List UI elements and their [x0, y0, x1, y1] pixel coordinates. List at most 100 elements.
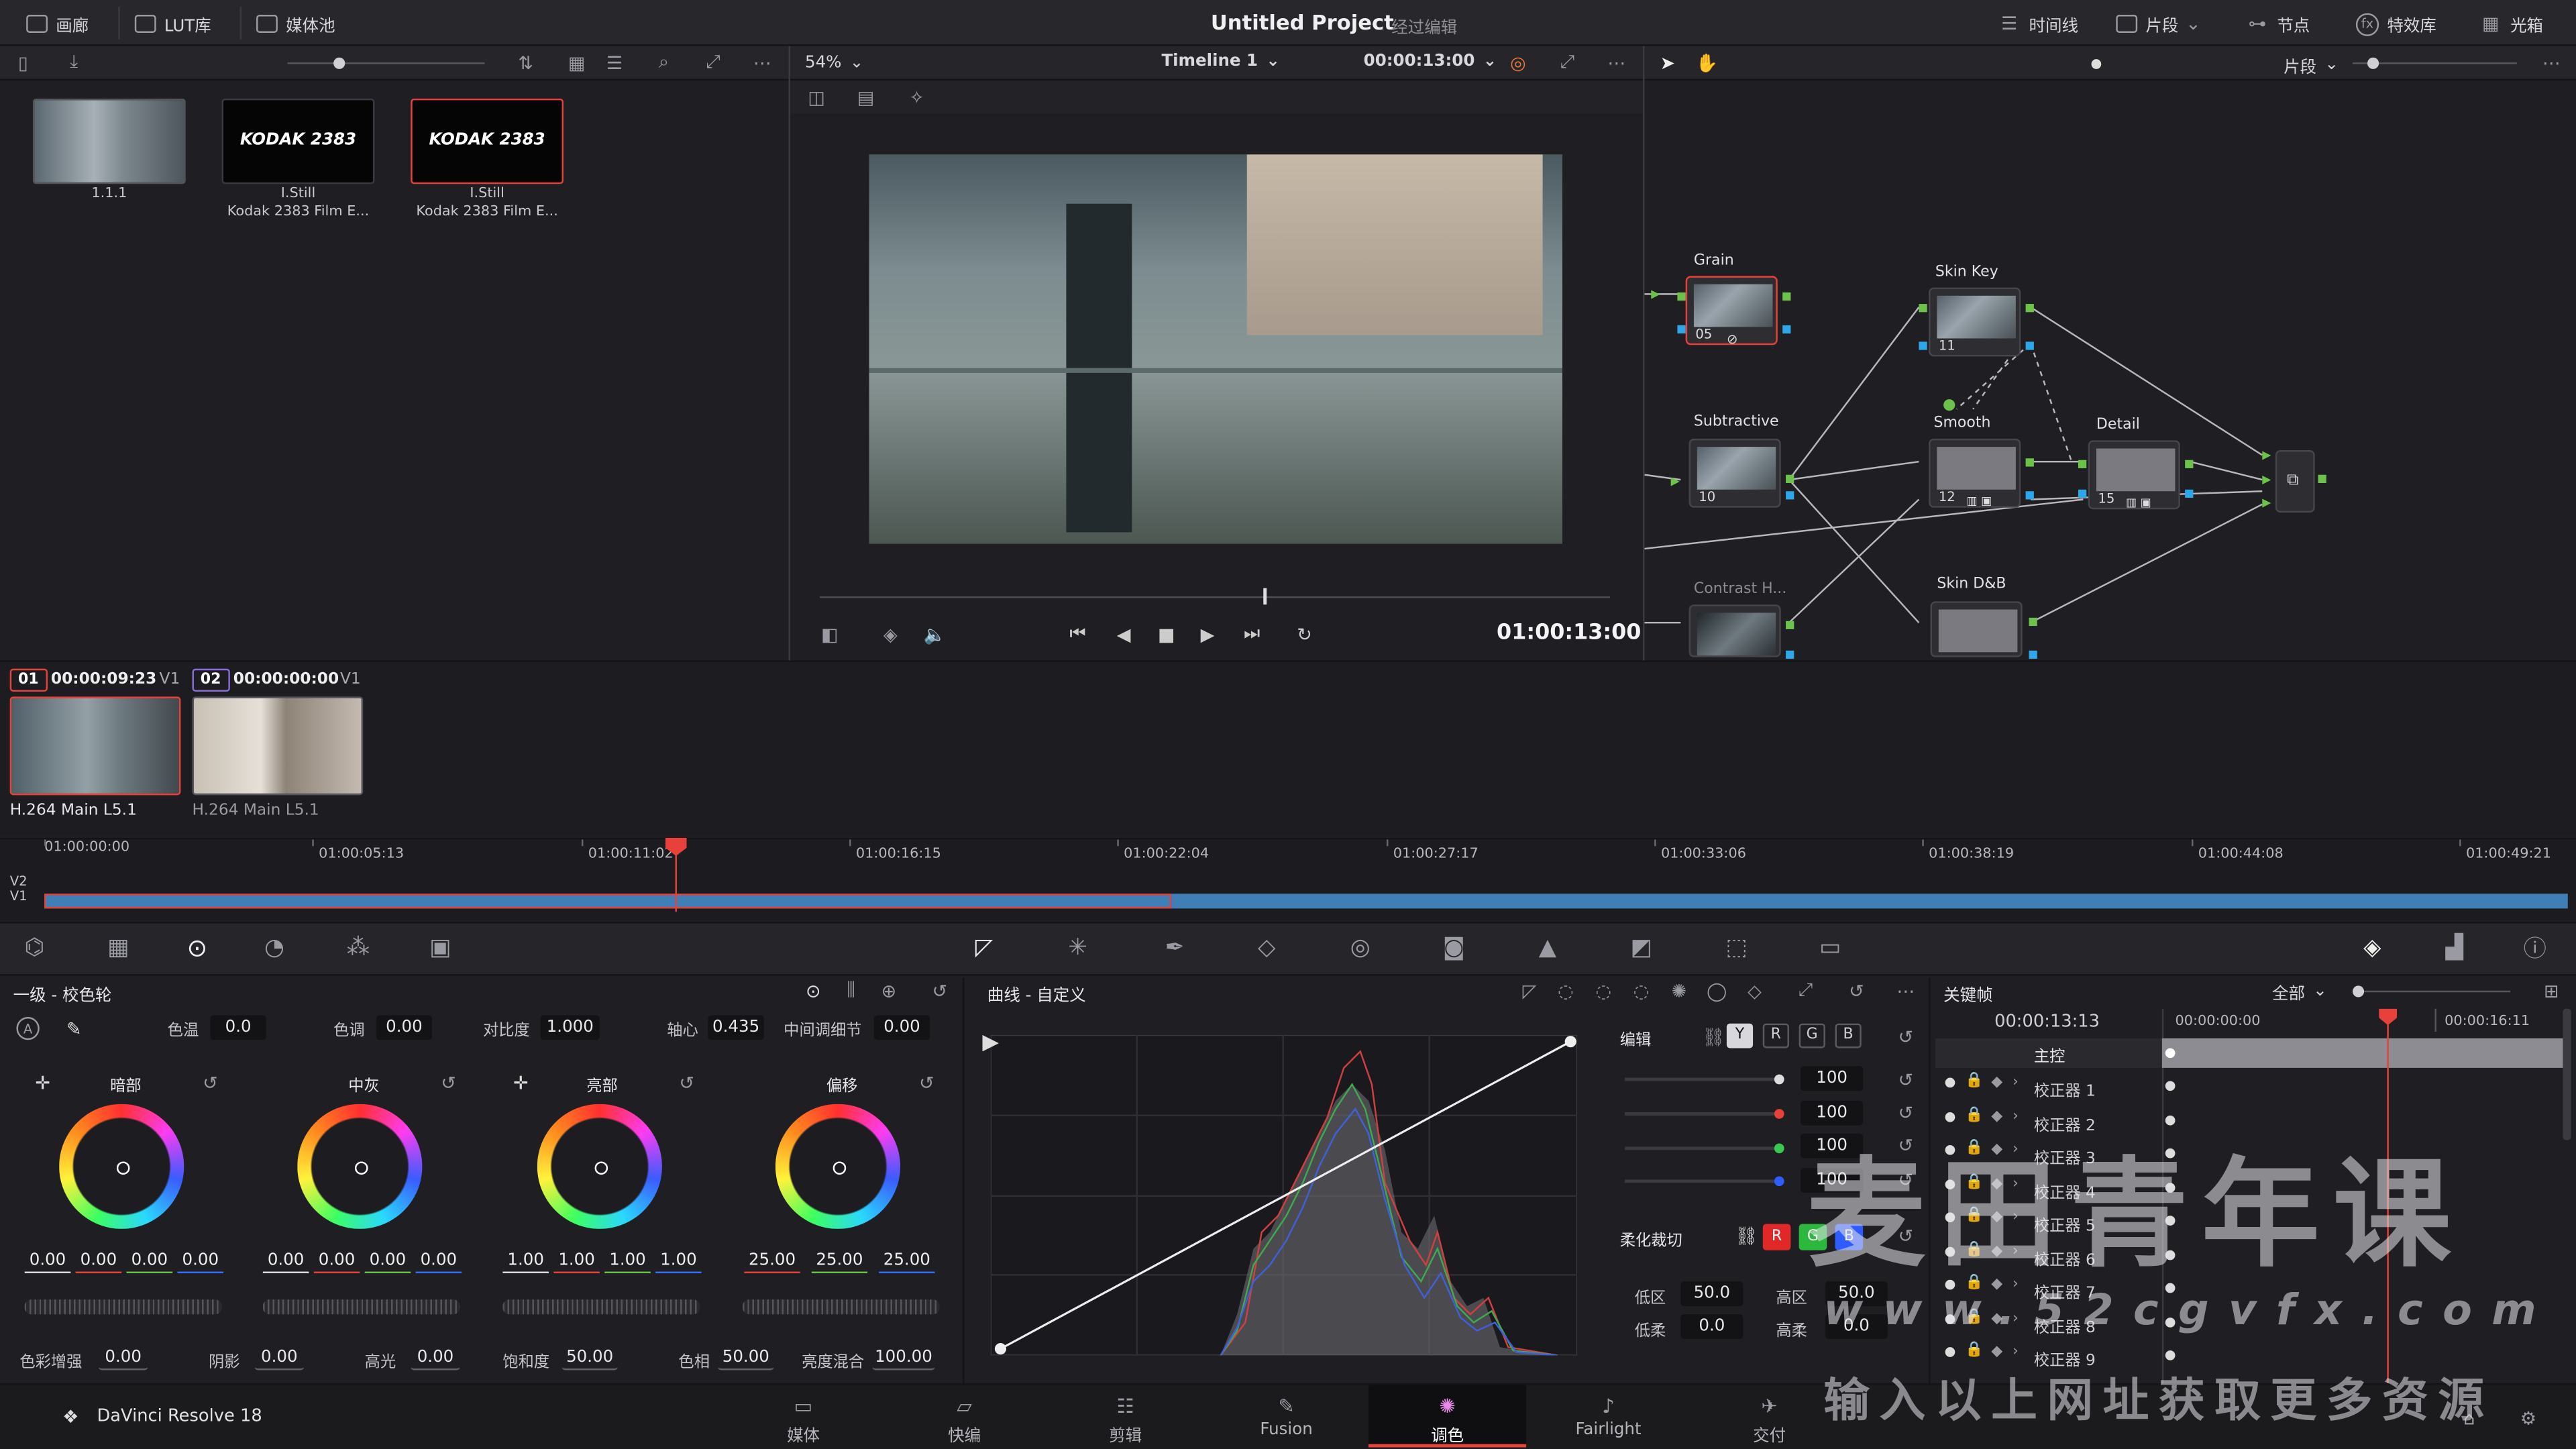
hand-tool-icon[interactable]: ✋ [1695, 51, 1719, 74]
low-field[interactable]: 50.0 [1680, 1281, 1743, 1306]
node-output-pin[interactable] [1786, 650, 1794, 659]
split-view-icon[interactable]: ◫ [805, 85, 828, 108]
slider-handle[interactable] [1774, 1176, 1784, 1187]
magic-wand-icon[interactable]: ✧ [905, 85, 928, 108]
slider-handle[interactable] [1774, 1143, 1784, 1154]
lum-mix-field[interactable]: 100.00 [872, 1346, 935, 1371]
sidebar-toggle-icon[interactable]: ▯ [11, 51, 34, 74]
wheel-value-g[interactable]: 1.00 [604, 1250, 651, 1273]
keyframe-dot[interactable] [2165, 1350, 2176, 1360]
more-options-icon[interactable]: ⋯ [2540, 51, 2563, 74]
slider-handle[interactable] [1774, 1074, 1784, 1085]
wheel-value-b[interactable]: 0.00 [177, 1250, 224, 1273]
blur-icon[interactable]: ▲ [1536, 934, 1559, 961]
sizing-icon[interactable]: ⬚ [1725, 934, 1748, 961]
node-output-pin[interactable] [1786, 621, 1794, 629]
node-output-pin[interactable] [2025, 458, 2034, 467]
layers-icon[interactable]: ◈ [879, 623, 902, 645]
sat-vs-lum-icon[interactable]: ◇ [1743, 979, 1766, 1002]
source-timecode[interactable]: 00:00:13:00 ⌄ [1364, 52, 1497, 70]
intensity-slider-b[interactable] [1625, 1179, 1781, 1183]
tint-field[interactable]: 0.00 [376, 1015, 433, 1040]
node-contrast[interactable] [1688, 604, 1781, 657]
node-input-pin[interactable] [1677, 292, 1686, 301]
wheel-value-g[interactable]: 0.00 [126, 1250, 173, 1273]
node-skin-db[interactable] [1930, 601, 2023, 657]
reset-icon[interactable]: ↺ [915, 1071, 938, 1094]
fullscreen-icon[interactable]: ⤢ [1556, 51, 1578, 74]
picker-icon[interactable]: ✛ [32, 1071, 54, 1094]
wheel-value-r[interactable]: 0.00 [75, 1250, 122, 1273]
reset-icon[interactable]: ↺ [676, 1071, 698, 1094]
reset-icon[interactable]: ↺ [199, 1071, 221, 1094]
play-reverse-icon[interactable]: ◀ [1112, 623, 1135, 645]
gamma-master-wheel[interactable] [262, 1299, 460, 1315]
wheel-value-y[interactable]: 0.00 [262, 1250, 309, 1273]
playhead-marker-icon[interactable] [2379, 1008, 2398, 1026]
gain-master-wheel[interactable] [502, 1299, 700, 1315]
low-soft-field[interactable]: 0.0 [1680, 1314, 1743, 1339]
wheel-value-y[interactable]: 0.00 [24, 1250, 71, 1273]
page-tab[interactable]: ☷ 剪辑 [1046, 1385, 1204, 1448]
curves-icon[interactable]: ◸ [973, 934, 996, 961]
intensity-y[interactable]: 100 [1801, 1066, 1864, 1091]
node-subtractive[interactable]: 10 [1688, 438, 1781, 508]
reset-icon[interactable]: ↺ [1894, 1025, 1917, 1048]
timeline-selector[interactable]: Timeline 1 ⌄ [1161, 52, 1279, 70]
intensity-slider-y[interactable] [1625, 1077, 1781, 1081]
node-input-pin[interactable] [1677, 325, 1686, 334]
tab-effects[interactable]: fx 特效库 [2355, 11, 2436, 36]
wipe-icon[interactable]: ▤ [854, 85, 877, 108]
timeline-clip[interactable] [1171, 894, 2568, 909]
node-output-pin[interactable] [2185, 489, 2194, 498]
keyframe-row-master[interactable]: 主控 [1935, 1038, 2563, 1068]
intensity-slider-r[interactable] [1625, 1112, 1781, 1116]
picker-icon[interactable]: ✛ [509, 1071, 532, 1094]
gamma-wheel[interactable] [297, 1104, 423, 1229]
lum-vs-sat-icon[interactable]: ✺ [1668, 979, 1690, 1002]
channel-b-button[interactable]: B [1835, 1023, 1862, 1049]
highlights-field[interactable]: 0.00 [411, 1346, 460, 1371]
gallery-still[interactable]: KODAK 2383 [221, 98, 375, 184]
hue-vs-hue-icon[interactable]: ◌ [1554, 979, 1577, 1002]
gallery-still-selected[interactable]: KODAK 2383 [411, 98, 564, 184]
timeline-playhead[interactable] [675, 854, 677, 912]
magic-mask-icon[interactable]: ◙ [1442, 934, 1465, 961]
viewer-zoom[interactable]: 54% ⌄ [805, 54, 863, 72]
node-output-pin[interactable] [2185, 460, 2194, 468]
pointer-tool-icon[interactable]: ➤ [1656, 51, 1679, 74]
import-still-icon[interactable]: ⤓ [62, 51, 85, 74]
settings-gear-icon[interactable]: ⚙ [2517, 1406, 2540, 1429]
picker-icon[interactable]: ✎ [62, 1017, 85, 1040]
tracker-icon[interactable]: ◎ [1349, 934, 1372, 961]
node-input-pin[interactable] [1919, 341, 1927, 350]
node-output-pin[interactable] [2029, 650, 2037, 659]
page-tab[interactable]: ♪ Fairlight [1529, 1385, 1687, 1448]
contrast-field[interactable]: 1.000 [540, 1015, 600, 1040]
tab-lut[interactable]: LUT库 [134, 11, 211, 36]
midtone-detail-field[interactable]: 0.00 [873, 1015, 930, 1040]
gallery-zoom-slider[interactable] [287, 62, 485, 64]
wheel-value-r[interactable]: 0.00 [313, 1250, 360, 1273]
channel-g-button[interactable]: G [1799, 1023, 1825, 1049]
volume-icon[interactable]: 🔈 [923, 623, 947, 645]
log-mode-icon[interactable]: ⊕ [877, 979, 900, 1002]
curve-control-point[interactable] [1564, 1036, 1576, 1048]
clip-thumbnail-selected[interactable] [9, 696, 181, 796]
timeline-clip-selected[interactable] [44, 894, 1172, 909]
node-output-pin[interactable] [1782, 292, 1791, 301]
wheel-value-r[interactable]: 25.00 [744, 1250, 800, 1273]
node-output-pin[interactable] [2025, 304, 2034, 313]
stop-icon[interactable]: ■ [1155, 623, 1178, 645]
node-grain[interactable]: 05 ⊘ [1685, 276, 1778, 347]
hdr-wheels-icon[interactable]: ◔ [263, 934, 286, 961]
pivot-field[interactable]: 0.435 [708, 1015, 764, 1040]
offset-wheel[interactable] [775, 1104, 901, 1229]
node-mode-selector[interactable]: 片段 ⌄ [2284, 52, 2339, 77]
viewer-image[interactable] [869, 154, 1562, 544]
expand-icon[interactable]: ⤢ [702, 51, 724, 74]
page-tab[interactable]: ▭ 媒体 [724, 1385, 882, 1448]
curve-graph[interactable] [990, 1034, 1578, 1356]
wheels-mode-icon[interactable]: ⊙ [802, 979, 824, 1002]
grid-view-icon[interactable]: ▦ [565, 51, 588, 74]
